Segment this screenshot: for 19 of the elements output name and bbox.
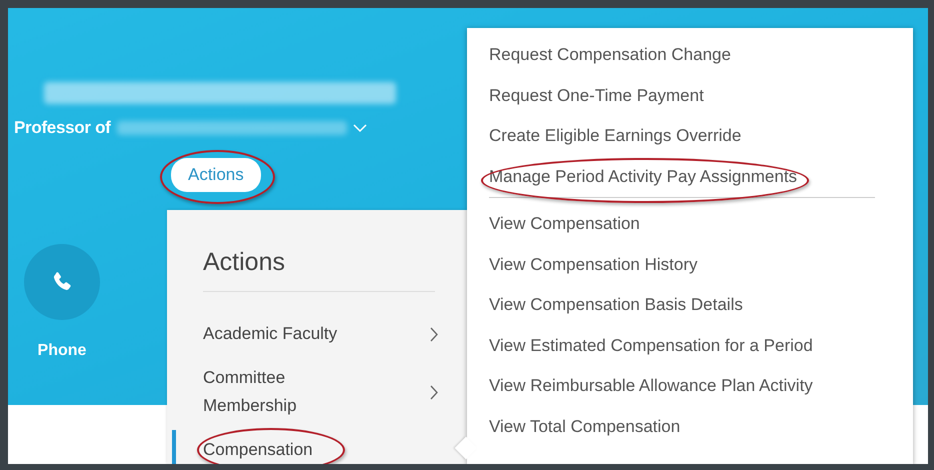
chevron-right-icon — [430, 326, 439, 342]
submenu-item[interactable]: View Compensation History — [489, 244, 698, 285]
job-title: Professor of — [14, 118, 111, 138]
menu-item[interactable]: Compensation — [172, 430, 439, 464]
chevron-right-icon — [430, 384, 439, 400]
phone-label: Phone — [38, 342, 86, 360]
submenu-item[interactable]: Manage Period Activity Pay Assignments — [489, 156, 798, 197]
menu-item[interactable]: Committee Membership — [172, 358, 439, 428]
submenu-item[interactable]: Request Compensation Change — [489, 35, 731, 76]
submenu-item[interactable]: View Estimated Compensation for a Period — [489, 326, 813, 366]
submenu-item[interactable]: Create Eligible Earnings Override — [489, 116, 742, 156]
submenu-item[interactable]: View Reimbursable Allowance Plan Activity — [489, 366, 813, 406]
submenu-item[interactable]: View Total Compensation — [489, 406, 680, 447]
panel-title: Actions — [203, 248, 435, 292]
submenu-item[interactable]: View Compensation — [489, 204, 640, 244]
chevron-down-icon — [352, 124, 367, 132]
submenu-item[interactable]: View Compensation Basis Details — [489, 285, 743, 326]
submenu-item[interactable]: Request One-Time Payment — [489, 76, 704, 116]
menu-item[interactable]: Academic Faculty — [172, 314, 439, 356]
